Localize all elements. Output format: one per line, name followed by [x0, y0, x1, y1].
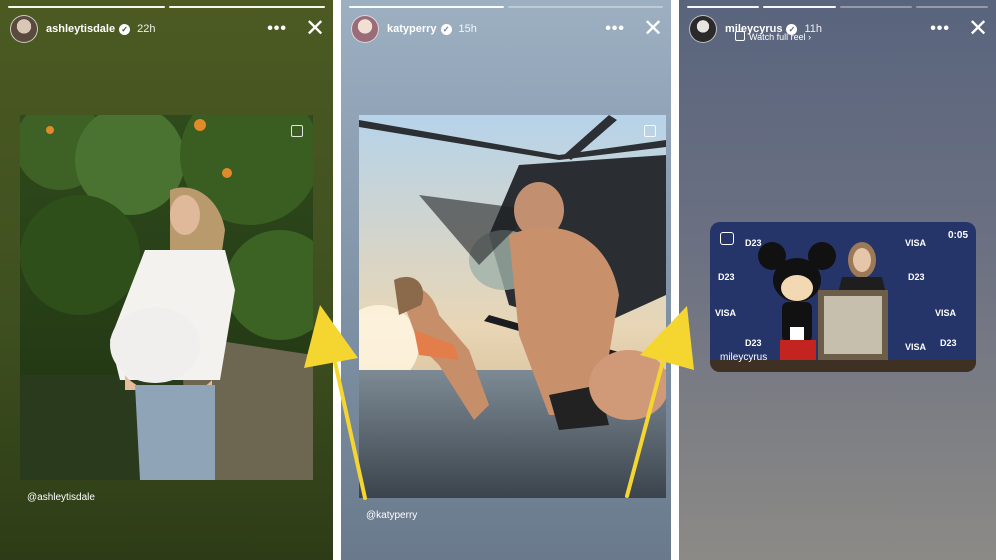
- verified-badge-icon: ✓: [440, 23, 452, 35]
- watch-full-reel-link[interactable]: Watch full reel ›: [735, 31, 811, 42]
- story-progress-bar: [349, 6, 663, 8]
- reel-icon: [720, 232, 734, 245]
- story-time: 22h: [137, 23, 156, 35]
- avatar[interactable]: [689, 15, 717, 43]
- more-horizontal-icon[interactable]: •••: [605, 20, 625, 38]
- backdrop-text-visa: VISA: [905, 238, 927, 248]
- reel-username[interactable]: mileycyrus: [720, 352, 767, 363]
- backdrop-text-d23: D23: [745, 238, 762, 248]
- reel-icon: [735, 31, 745, 41]
- backdrop-text-d23: D23: [718, 272, 735, 282]
- close-icon[interactable]: ✕: [305, 17, 325, 41]
- story-mention[interactable]: @ashleytisdale: [27, 492, 95, 503]
- more-horizontal-icon[interactable]: •••: [930, 20, 950, 38]
- story-header: mileycyrus ✓ 11h ••• ✕: [689, 15, 988, 43]
- story-panel-katyperry[interactable]: katyperry ✓ 15h ••• ✕ @katyperry: [341, 0, 671, 560]
- backdrop-text-d23: D23: [908, 272, 925, 282]
- story-username[interactable]: katyperry: [387, 23, 437, 35]
- story-progress-bar: [687, 6, 988, 8]
- avatar[interactable]: [351, 15, 379, 43]
- watch-full-reel-label: Watch full reel ›: [749, 32, 812, 42]
- story-photo: [359, 115, 666, 498]
- verified-badge-icon: ✓: [119, 23, 131, 35]
- reel-card[interactable]: VISA D23 D23 D23 VISA VISA D23 D23 VISA: [710, 222, 976, 372]
- multi-photo-icon: [644, 125, 656, 137]
- story-progress-bar: [8, 6, 325, 8]
- avatar[interactable]: [10, 15, 38, 43]
- story-mention[interactable]: @katyperry: [366, 510, 417, 521]
- reel-duration: 0:05: [947, 230, 968, 241]
- backdrop-text-visa: VISA: [905, 342, 927, 352]
- backdrop-text-d23: D23: [940, 338, 957, 348]
- story-time: 15h: [458, 23, 477, 35]
- more-horizontal-icon[interactable]: •••: [267, 20, 287, 38]
- backdrop-text-visa: VISA: [715, 308, 737, 318]
- story-header: ashleytisdale ✓ 22h ••• ✕: [10, 15, 325, 43]
- backdrop-text-d23: D23: [745, 338, 762, 348]
- close-icon[interactable]: ✕: [643, 17, 663, 41]
- backdrop-text-visa: VISA: [935, 308, 957, 318]
- story-username[interactable]: ashleytisdale: [46, 23, 115, 35]
- story-photo: [20, 115, 313, 480]
- story-panel-ashleytisdale[interactable]: ashleytisdale ✓ 22h ••• ✕ @ashleytisdale: [0, 0, 333, 560]
- story-panel-mileycyrus[interactable]: mileycyrus ✓ 11h ••• ✕ Watch full reel ›…: [679, 0, 996, 560]
- close-icon[interactable]: ✕: [968, 17, 988, 41]
- story-header: katyperry ✓ 15h ••• ✕: [351, 15, 663, 43]
- multi-photo-icon: [291, 125, 303, 137]
